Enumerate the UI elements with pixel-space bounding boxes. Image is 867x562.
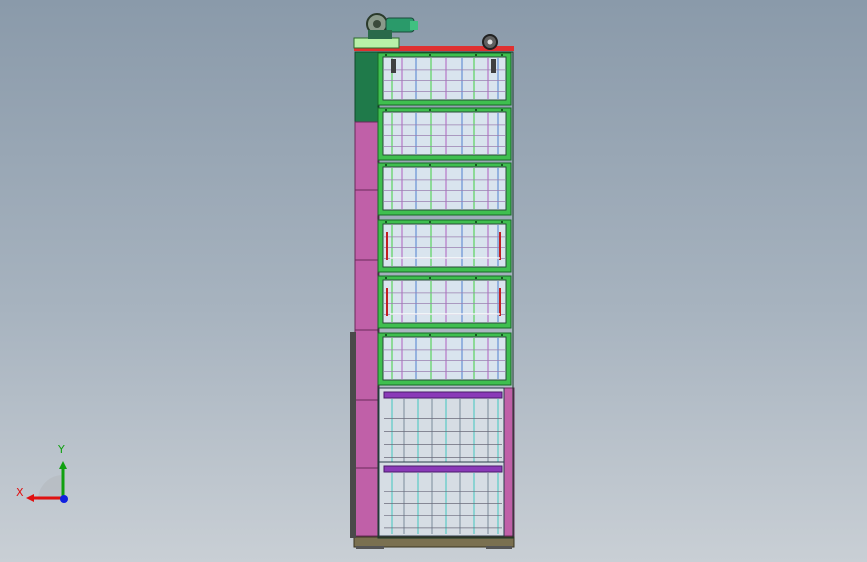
x-axis-label: X xyxy=(16,486,24,499)
y-axis-label: Y xyxy=(58,443,65,456)
y-axis-arrowhead xyxy=(59,461,67,469)
triad-quarter-disc xyxy=(38,475,63,500)
axis-triad xyxy=(26,461,68,503)
z-axis-dot xyxy=(60,495,68,503)
cad-viewport[interactable]: X Y xyxy=(0,0,867,562)
x-axis-arrowhead xyxy=(26,494,34,502)
